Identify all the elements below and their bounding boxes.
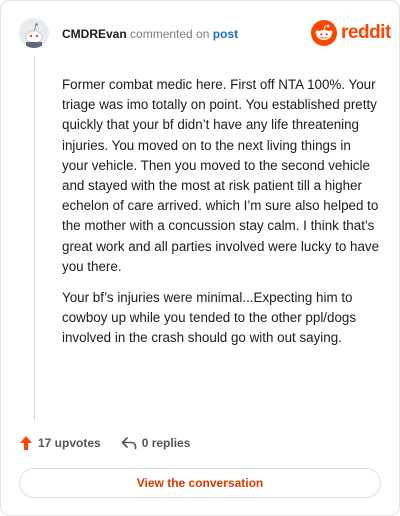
- thread-line: [34, 57, 35, 421]
- reply-arrow-icon: [121, 437, 137, 450]
- replies-button[interactable]: 0 replies: [101, 436, 191, 450]
- reddit-logo-icon: [311, 20, 337, 46]
- post-link[interactable]: post: [213, 27, 238, 41]
- comment-paragraph-2: Your bf’s injuries were minimal...Expect…: [62, 290, 357, 346]
- commented-on-text: commented on: [130, 27, 210, 41]
- comment-card: CMDREvan commented on post reddit Former…: [0, 0, 400, 516]
- reddit-logo[interactable]: reddit: [311, 19, 391, 47]
- comment-actions: 17 upvotes 0 replies: [19, 433, 190, 453]
- comment-body: Former combat medic here. First off NTA …: [62, 75, 380, 360]
- view-conversation-button[interactable]: View the conversation: [19, 468, 381, 498]
- upvote-arrow-icon: [20, 436, 32, 450]
- reddit-wordmark: reddit: [341, 22, 391, 43]
- snoo-avatar-icon: [19, 18, 49, 48]
- avatar[interactable]: [19, 18, 49, 48]
- comment-header: CMDREvan commented on post: [62, 27, 238, 41]
- comment-paragraph-1: Former combat medic here. First off NTA …: [62, 77, 380, 274]
- reply-count: 0 replies: [141, 436, 191, 450]
- upvote-count: 17 upvotes: [38, 436, 101, 450]
- author-name[interactable]: CMDREvan: [62, 27, 127, 41]
- upvote-button[interactable]: 17 upvotes: [19, 435, 101, 451]
